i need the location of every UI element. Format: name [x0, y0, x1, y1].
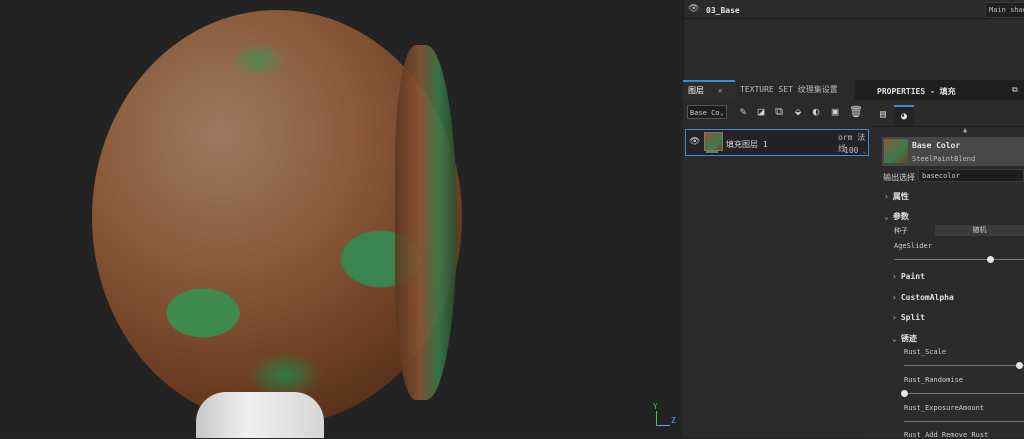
section-attributes[interactable]: › 属性: [884, 191, 909, 202]
chevron-right-icon: ›: [884, 192, 889, 201]
section-custom-alpha-label: CustomAlpha: [900, 293, 954, 302]
rust-randomise-track[interactable]: [904, 393, 1024, 394]
axis-z-label: Z: [671, 416, 676, 425]
divider: [684, 18, 1024, 19]
random-seed-button[interactable]: 随机: [935, 225, 1024, 236]
rust-exposure-label: Rust_ExposureAmount: [904, 404, 985, 412]
axis-z-line: [656, 425, 670, 426]
add-mask-icon[interactable]: ◪: [754, 105, 768, 119]
settings-tab-icon[interactable]: ▤: [876, 108, 890, 122]
section-paint-label: Paint: [900, 272, 925, 281]
add-fill-layer-icon[interactable]: ⧉: [772, 105, 786, 119]
divider: [871, 126, 1024, 127]
layer-thumbnail: [704, 132, 723, 151]
age-slider-track[interactable]: [894, 259, 1024, 260]
output-select-input[interactable]: basecolor: [918, 169, 1024, 182]
material-name: Base Color: [912, 141, 961, 150]
layer-name: 填充图层 1: [726, 140, 768, 149]
section-rust[interactable]: ⌄ 锈迹: [892, 333, 917, 344]
chevron-right-icon: ›: [892, 293, 897, 302]
preview-stand: [196, 392, 324, 438]
shader-select[interactable]: Main shader: [985, 2, 1024, 18]
rust-randomise-knob[interactable]: [901, 390, 908, 397]
chevron-down-icon: ⌄: [892, 334, 897, 343]
axis-y-label: Y: [653, 402, 658, 411]
section-attributes-label: 属性: [892, 192, 909, 201]
eye-icon[interactable]: 👁: [689, 137, 700, 147]
layer-row[interactable]: 👁 填充图层 1 orm 法线 100 ⌄: [685, 129, 869, 156]
axis-y-line: [656, 411, 657, 426]
section-split[interactable]: › Split: [892, 313, 925, 322]
chevron-down-icon: ⌄: [719, 109, 724, 117]
age-slider-knob[interactable]: [987, 256, 995, 263]
chevron-right-icon: ›: [892, 272, 897, 281]
add-smart-mask-icon[interactable]: ◐: [809, 105, 823, 119]
add-paint-layer-icon[interactable]: ⬙: [791, 105, 805, 119]
collapse-arrow-icon[interactable]: ▲: [963, 126, 967, 134]
material-subtitle: SteelPaintBlend: [912, 155, 976, 163]
rust-scale-track[interactable]: [904, 365, 1024, 366]
tab-texture-set[interactable]: TEXTURE SET 纹理集设置: [735, 80, 855, 100]
popout-icon[interactable]: ⧉: [1012, 85, 1018, 95]
chevron-down-icon: ⌄: [884, 212, 889, 221]
properties-title: PROPERTIES - 填充: [877, 87, 956, 96]
material-thumbnail: [884, 139, 908, 163]
rust-scale-label: Rust_Scale: [904, 348, 947, 356]
layer-mask-bar: [706, 151, 718, 153]
tab-layers-label: 图层: [688, 86, 704, 95]
section-paint[interactable]: › Paint: [892, 272, 925, 281]
channel-select-value: Base Co: [690, 109, 720, 117]
layers-toolbar: Base Co ⌄ ✎ ◪ ⧉ ⬙ ◐ ▣ 🗑: [683, 104, 871, 122]
layers-panel: 图层 ✕ TEXTURE SET 纹理集设置 Base Co ⌄ ✎ ◪ ⧉ ⬙…: [683, 80, 872, 438]
layers-tab-bar: 图层 ✕ TEXTURE SET 纹理集设置: [683, 80, 871, 100]
section-custom-alpha[interactable]: › CustomAlpha: [892, 293, 954, 302]
texture-set-title: 03_Base: [706, 6, 740, 15]
section-params[interactable]: ⌄ 参数: [884, 211, 909, 222]
material-tab-icon[interactable]: ◕: [894, 105, 914, 127]
age-slider-label: AgeSlider: [894, 242, 932, 250]
material-card[interactable]: Base Color SteelPaintBlend: [882, 137, 1024, 166]
eye-icon[interactable]: 👁: [688, 4, 699, 14]
section-rust-label: 锈迹: [900, 334, 917, 343]
viewport-3d[interactable]: Y Z: [0, 0, 683, 438]
seed-label: 种子: [894, 227, 908, 235]
add-effect-icon[interactable]: ✎: [736, 105, 750, 119]
section-params-label: 参数: [892, 212, 909, 221]
add-folder-icon[interactable]: ▣: [828, 105, 842, 119]
chevron-down-icon[interactable]: ⌄: [862, 146, 867, 155]
properties-header: PROPERTIES - 填充 ⧉: [871, 80, 1024, 100]
close-icon[interactable]: ✕: [718, 86, 723, 95]
output-select-label: 输出选择: [883, 173, 915, 182]
sphere-rim-band: [395, 45, 457, 400]
texture-set-bar: 👁 03_Base Main shader: [683, 0, 1024, 80]
properties-panel: PROPERTIES - 填充 ⧉ ▤ ◕ ▲ Base Color Steel…: [871, 80, 1024, 439]
axis-gizmo: Y Z: [653, 402, 679, 430]
rust-randomise-label: Rust_Randomise: [904, 376, 964, 384]
rust-exposure-track[interactable]: [904, 421, 1024, 422]
delete-icon[interactable]: 🗑: [849, 105, 863, 119]
rust-scale-knob[interactable]: [1015, 362, 1023, 369]
channel-select[interactable]: Base Co ⌄: [687, 105, 727, 119]
section-split-label: Split: [900, 313, 925, 322]
layer-opacity[interactable]: 100: [844, 146, 858, 155]
chevron-right-icon: ›: [892, 313, 897, 322]
tab-layers[interactable]: 图层 ✕: [683, 80, 736, 100]
